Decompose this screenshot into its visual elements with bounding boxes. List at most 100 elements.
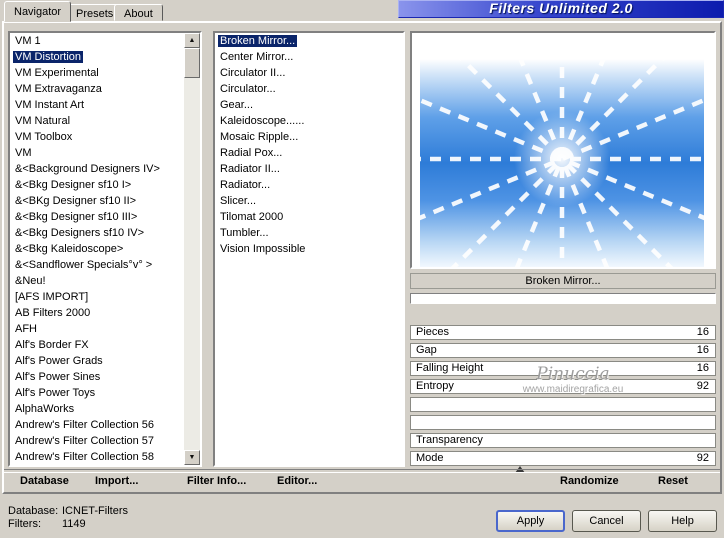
reset-button[interactable]: Reset: [658, 475, 688, 487]
preview-box: [370, 0, 724, 351]
param-slider[interactable]: [410, 415, 716, 430]
param-label: Transparency: [416, 434, 483, 446]
title-banner: Filters Unlimited 2.0: [398, 0, 724, 18]
category-item-label: AB Filters 2000: [15, 307, 91, 319]
category-item[interactable]: AFH: [10, 321, 184, 337]
category-item-label: VM Distortion: [13, 51, 84, 63]
scrollbar-thumb[interactable]: [184, 48, 200, 78]
category-item[interactable]: &Neu!: [10, 273, 184, 289]
filter-item[interactable]: Kaleidoscope......: [215, 113, 403, 129]
tab-about[interactable]: About: [114, 4, 163, 21]
category-item-label: VM Instant Art: [15, 99, 85, 111]
category-item[interactable]: &<BKg Designer sf10 II>: [10, 193, 184, 209]
param-row-mode[interactable]: Mode 92: [410, 451, 716, 466]
filter-item-label: Radial Pox...: [220, 147, 283, 159]
filter-item[interactable]: Radiator II...: [215, 161, 403, 177]
param-row-entropy[interactable]: Entropy 92: [410, 379, 716, 394]
tab-navigator-label: Navigator: [14, 6, 62, 18]
filter-item[interactable]: Vision Impossible: [215, 241, 403, 257]
scroll-down-icon[interactable]: ▼: [184, 450, 200, 465]
param-row-falling-height[interactable]: Falling Height 16: [410, 361, 716, 376]
param-row-gap[interactable]: Gap 16: [410, 343, 716, 358]
category-item[interactable]: AlphaWorks: [10, 401, 184, 417]
filter-item-label: Tumbler...: [220, 227, 269, 239]
category-item[interactable]: &<Bkg Kaleidoscope>: [10, 241, 184, 257]
param-label: Gap: [416, 344, 437, 356]
category-item[interactable]: &<Bkg Designer sf10 I>: [10, 177, 184, 193]
category-item[interactable]: VM: [10, 145, 184, 161]
category-item[interactable]: VM Instant Art: [10, 97, 184, 113]
category-item-label: &<Bkg Designer sf10 I>: [15, 179, 132, 191]
param-value: 16: [696, 326, 709, 338]
filter-item[interactable]: Circulator II...: [215, 65, 403, 81]
category-item[interactable]: VM Natural: [10, 113, 184, 129]
param-row-transparency[interactable]: Transparency: [410, 433, 716, 448]
category-item[interactable]: AB Filters 2000: [10, 305, 184, 321]
filter-item-label: Center Mirror...: [220, 51, 294, 63]
filter-item[interactable]: Center Mirror...: [215, 49, 403, 65]
filter-item[interactable]: Circulator...: [215, 81, 403, 97]
import-button[interactable]: Import...: [95, 475, 138, 487]
randomize-button[interactable]: Randomize: [560, 475, 619, 487]
category-item[interactable]: &<Bkg Designer sf10 III>: [10, 209, 184, 225]
editor-button[interactable]: Editor...: [277, 475, 317, 487]
filter-item[interactable]: Tilomat 2000: [215, 209, 403, 225]
param-slider[interactable]: [410, 397, 716, 412]
cancel-button[interactable]: Cancel: [572, 510, 641, 532]
category-item-label: VM: [15, 147, 32, 159]
filter-info-button[interactable]: Filter Info...: [187, 475, 246, 487]
database-button[interactable]: Database: [20, 475, 69, 487]
filter-item-label: Circulator...: [220, 83, 276, 95]
filter-item-label: Broken Mirror...: [218, 35, 298, 47]
filter-item[interactable]: Slicer...: [215, 193, 403, 209]
category-item[interactable]: VM 1: [10, 33, 184, 49]
category-item[interactable]: Alf's Power Toys: [10, 385, 184, 401]
category-item-label: VM Extravaganza: [15, 83, 102, 95]
toolbar-separator: [4, 469, 720, 473]
filter-item[interactable]: Radial Pox...: [215, 145, 403, 161]
param-label: Entropy: [416, 380, 454, 392]
category-item[interactable]: &<Bkg Designers sf10 IV>: [10, 225, 184, 241]
tab-navigator[interactable]: Navigator: [4, 1, 72, 22]
filter-item[interactable]: Mosaic Ripple...: [215, 129, 403, 145]
filter-item[interactable]: Gear...: [215, 97, 403, 113]
category-item[interactable]: Alf's Border FX: [10, 337, 184, 353]
navigator-panel: VM 1 VM Distortion VM Experimental VM Extra…: [2, 0, 724, 494]
category-item[interactable]: &<Sandflower Specials°v° >: [10, 257, 184, 273]
filters-unlimited-dialog: { "window": { "title": "Filters Unlimite…: [0, 0, 724, 538]
filter-item-label: Gear...: [220, 99, 254, 111]
filter-item[interactable]: Radiator...: [215, 177, 403, 193]
param-value: 16: [696, 344, 709, 356]
category-item[interactable]: Andrew's Filter Collection 57: [10, 433, 184, 449]
category-item-label: &<Bkg Designer sf10 III>: [15, 211, 138, 223]
filter-item[interactable]: Tumbler...: [215, 225, 403, 241]
filters-count-value: 1149: [62, 518, 86, 530]
category-item[interactable]: VM Extravaganza: [10, 81, 184, 97]
param-row-pieces[interactable]: Pieces 16: [410, 325, 716, 340]
category-item-label: VM Natural: [15, 115, 71, 127]
category-item[interactable]: Alf's Power Grads: [10, 353, 184, 369]
category-item-label: Alf's Power Toys: [15, 387, 96, 399]
scroll-up-icon[interactable]: ▲: [184, 33, 200, 48]
filter-item[interactable]: Broken Mirror...: [215, 33, 403, 49]
category-item-label: &<Bkg Designers sf10 IV>: [15, 227, 145, 239]
category-item[interactable]: Andrew's Filter Collection 58: [10, 449, 184, 465]
category-item[interactable]: VM Experimental: [10, 65, 184, 81]
filters-count-label: Filters:: [8, 518, 41, 530]
category-item[interactable]: Alf's Power Sines: [10, 369, 184, 385]
help-button[interactable]: Help: [648, 510, 717, 532]
category-scrollbar[interactable]: ▲ ▼: [184, 33, 200, 465]
param-label: Pieces: [416, 326, 450, 338]
category-item[interactable]: VM Distortion: [10, 49, 184, 65]
category-item[interactable]: &<Background Designers IV>: [10, 161, 184, 177]
category-item[interactable]: Andrew's Filter Collection 56: [10, 417, 184, 433]
preview-image[interactable]: [370, 0, 724, 351]
progress-bar: [410, 293, 716, 304]
apply-button[interactable]: Apply: [496, 510, 565, 532]
category-item[interactable]: [AFS IMPORT]: [10, 289, 184, 305]
selected-filter-caption: Broken Mirror...: [410, 273, 716, 289]
tab-about-label: About: [124, 8, 153, 20]
category-item-label: &<Background Designers IV>: [15, 163, 160, 175]
category-item[interactable]: VM Toolbox: [10, 129, 184, 145]
database-status-value: ICNET-Filters: [62, 505, 128, 517]
